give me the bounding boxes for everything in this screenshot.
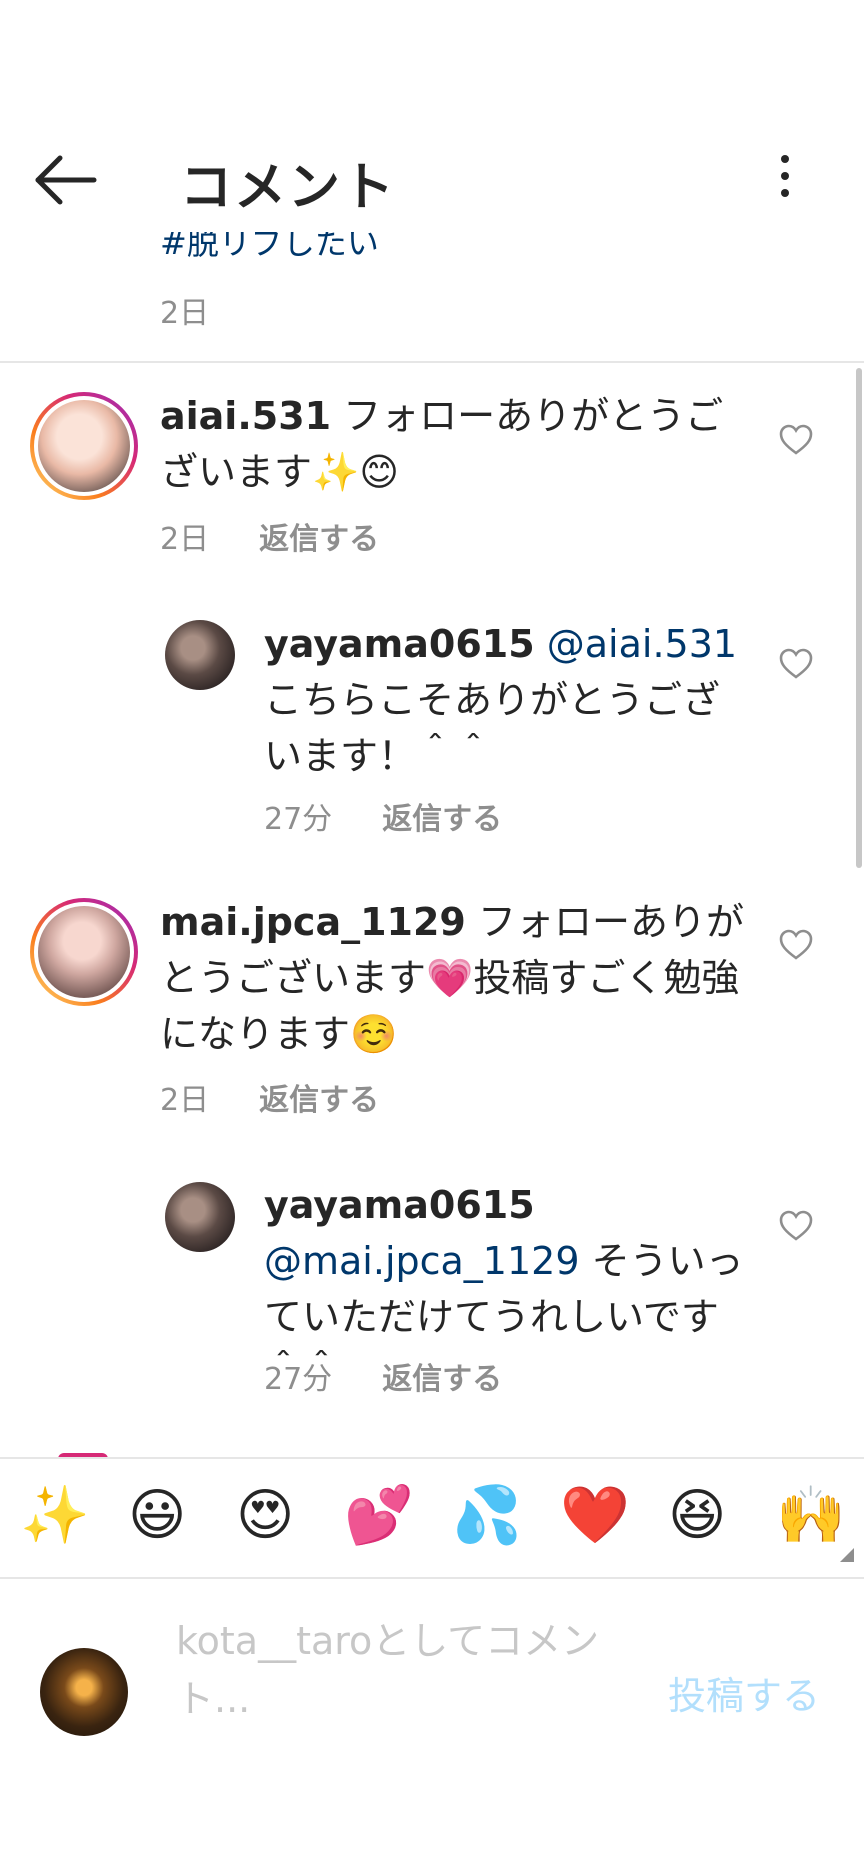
emoji-raised-hands[interactable]: 🙌 (776, 1481, 846, 1551)
emoji-sparkles[interactable]: ✨ (20, 1481, 90, 1551)
comment-avatar[interactable] (30, 392, 138, 500)
reply-avatar[interactable] (165, 620, 235, 690)
comment-meta: 2日 返信する (160, 514, 429, 558)
my-avatar (40, 1648, 128, 1736)
post-button[interactable]: 投稿する (668, 1665, 820, 1720)
reply-mention[interactable]: @mai.jpca_1129 (264, 1239, 580, 1283)
comment-time: 2日 (160, 522, 210, 557)
caption-time: 2日 (160, 296, 210, 331)
reply-mention[interactable]: @aiai.531 (547, 622, 737, 666)
comment-avatar[interactable] (30, 898, 138, 1006)
like-heart-icon[interactable] (779, 1210, 813, 1242)
caption-tail: #脱リブしたい (160, 232, 660, 262)
reply-button[interactable]: 返信する (382, 1362, 502, 1397)
comment-meta: 2日 返信する (160, 1075, 429, 1119)
emoji-red-heart[interactable]: ❤️ (560, 1481, 630, 1551)
comment-username[interactable]: aiai.531 (160, 394, 331, 438)
caption-hashtag[interactable]: #脱リブしたい (160, 232, 660, 262)
reply-time: 27分 (264, 1362, 333, 1397)
like-heart-icon[interactable] (779, 929, 813, 961)
like-heart-icon[interactable] (779, 648, 813, 680)
comment-time: 2日 (160, 1083, 210, 1118)
reply-button[interactable]: 返信する (382, 802, 502, 837)
like-heart-icon[interactable] (779, 424, 813, 456)
comment-input[interactable]: kota__taroとしてコメント... (176, 1612, 616, 1728)
emoji-heart-eyes[interactable]: 😍 (236, 1481, 294, 1551)
back-arrow-icon[interactable] (30, 150, 102, 210)
comment-username[interactable]: mai.jpca_1129 (160, 900, 466, 944)
reply-username[interactable]: yayama0615 (264, 1183, 535, 1227)
reply-username[interactable]: yayama0615 (264, 622, 535, 666)
reply-meta: 27分 返信する (264, 794, 552, 838)
top-bar (0, 0, 864, 240)
more-options-icon[interactable] (770, 155, 800, 205)
resize-corner-icon (840, 1548, 854, 1562)
reply-button[interactable]: 返信する (259, 1083, 379, 1118)
emoji-two-hearts[interactable]: 💕 (344, 1481, 414, 1551)
reply-avatar[interactable] (165, 1182, 235, 1252)
caption-divider (0, 361, 864, 363)
emoji-sweat-drops[interactable]: 💦 (452, 1481, 522, 1551)
emoji-laughing[interactable]: 😆 (668, 1481, 726, 1551)
scrollbar[interactable] (856, 368, 862, 868)
comment-body: aiai.531 フォローありがとうございます✨😊 (160, 388, 750, 500)
reply-body: yayama0615 @aiai.531 こちらこそありがとうございます！＾＾ (264, 616, 750, 784)
reply-text: こちらこそありがとうございます！＾＾ (264, 678, 721, 778)
emoji-quick-bar: ✨ 😃 😍 💕 💦 ❤️ 😆 🙌 (0, 1457, 864, 1579)
reply-time: 27分 (264, 802, 333, 837)
emoji-smiley[interactable]: 😃 (128, 1481, 186, 1551)
page-title: コメント (180, 158, 397, 218)
comment-body: mai.jpca_1129 フォローありがとうございます💗投稿すごく勉強になりま… (160, 894, 750, 1062)
reply-button[interactable]: 返信する (259, 522, 379, 557)
reply-meta: 27分 返信する (264, 1354, 552, 1398)
